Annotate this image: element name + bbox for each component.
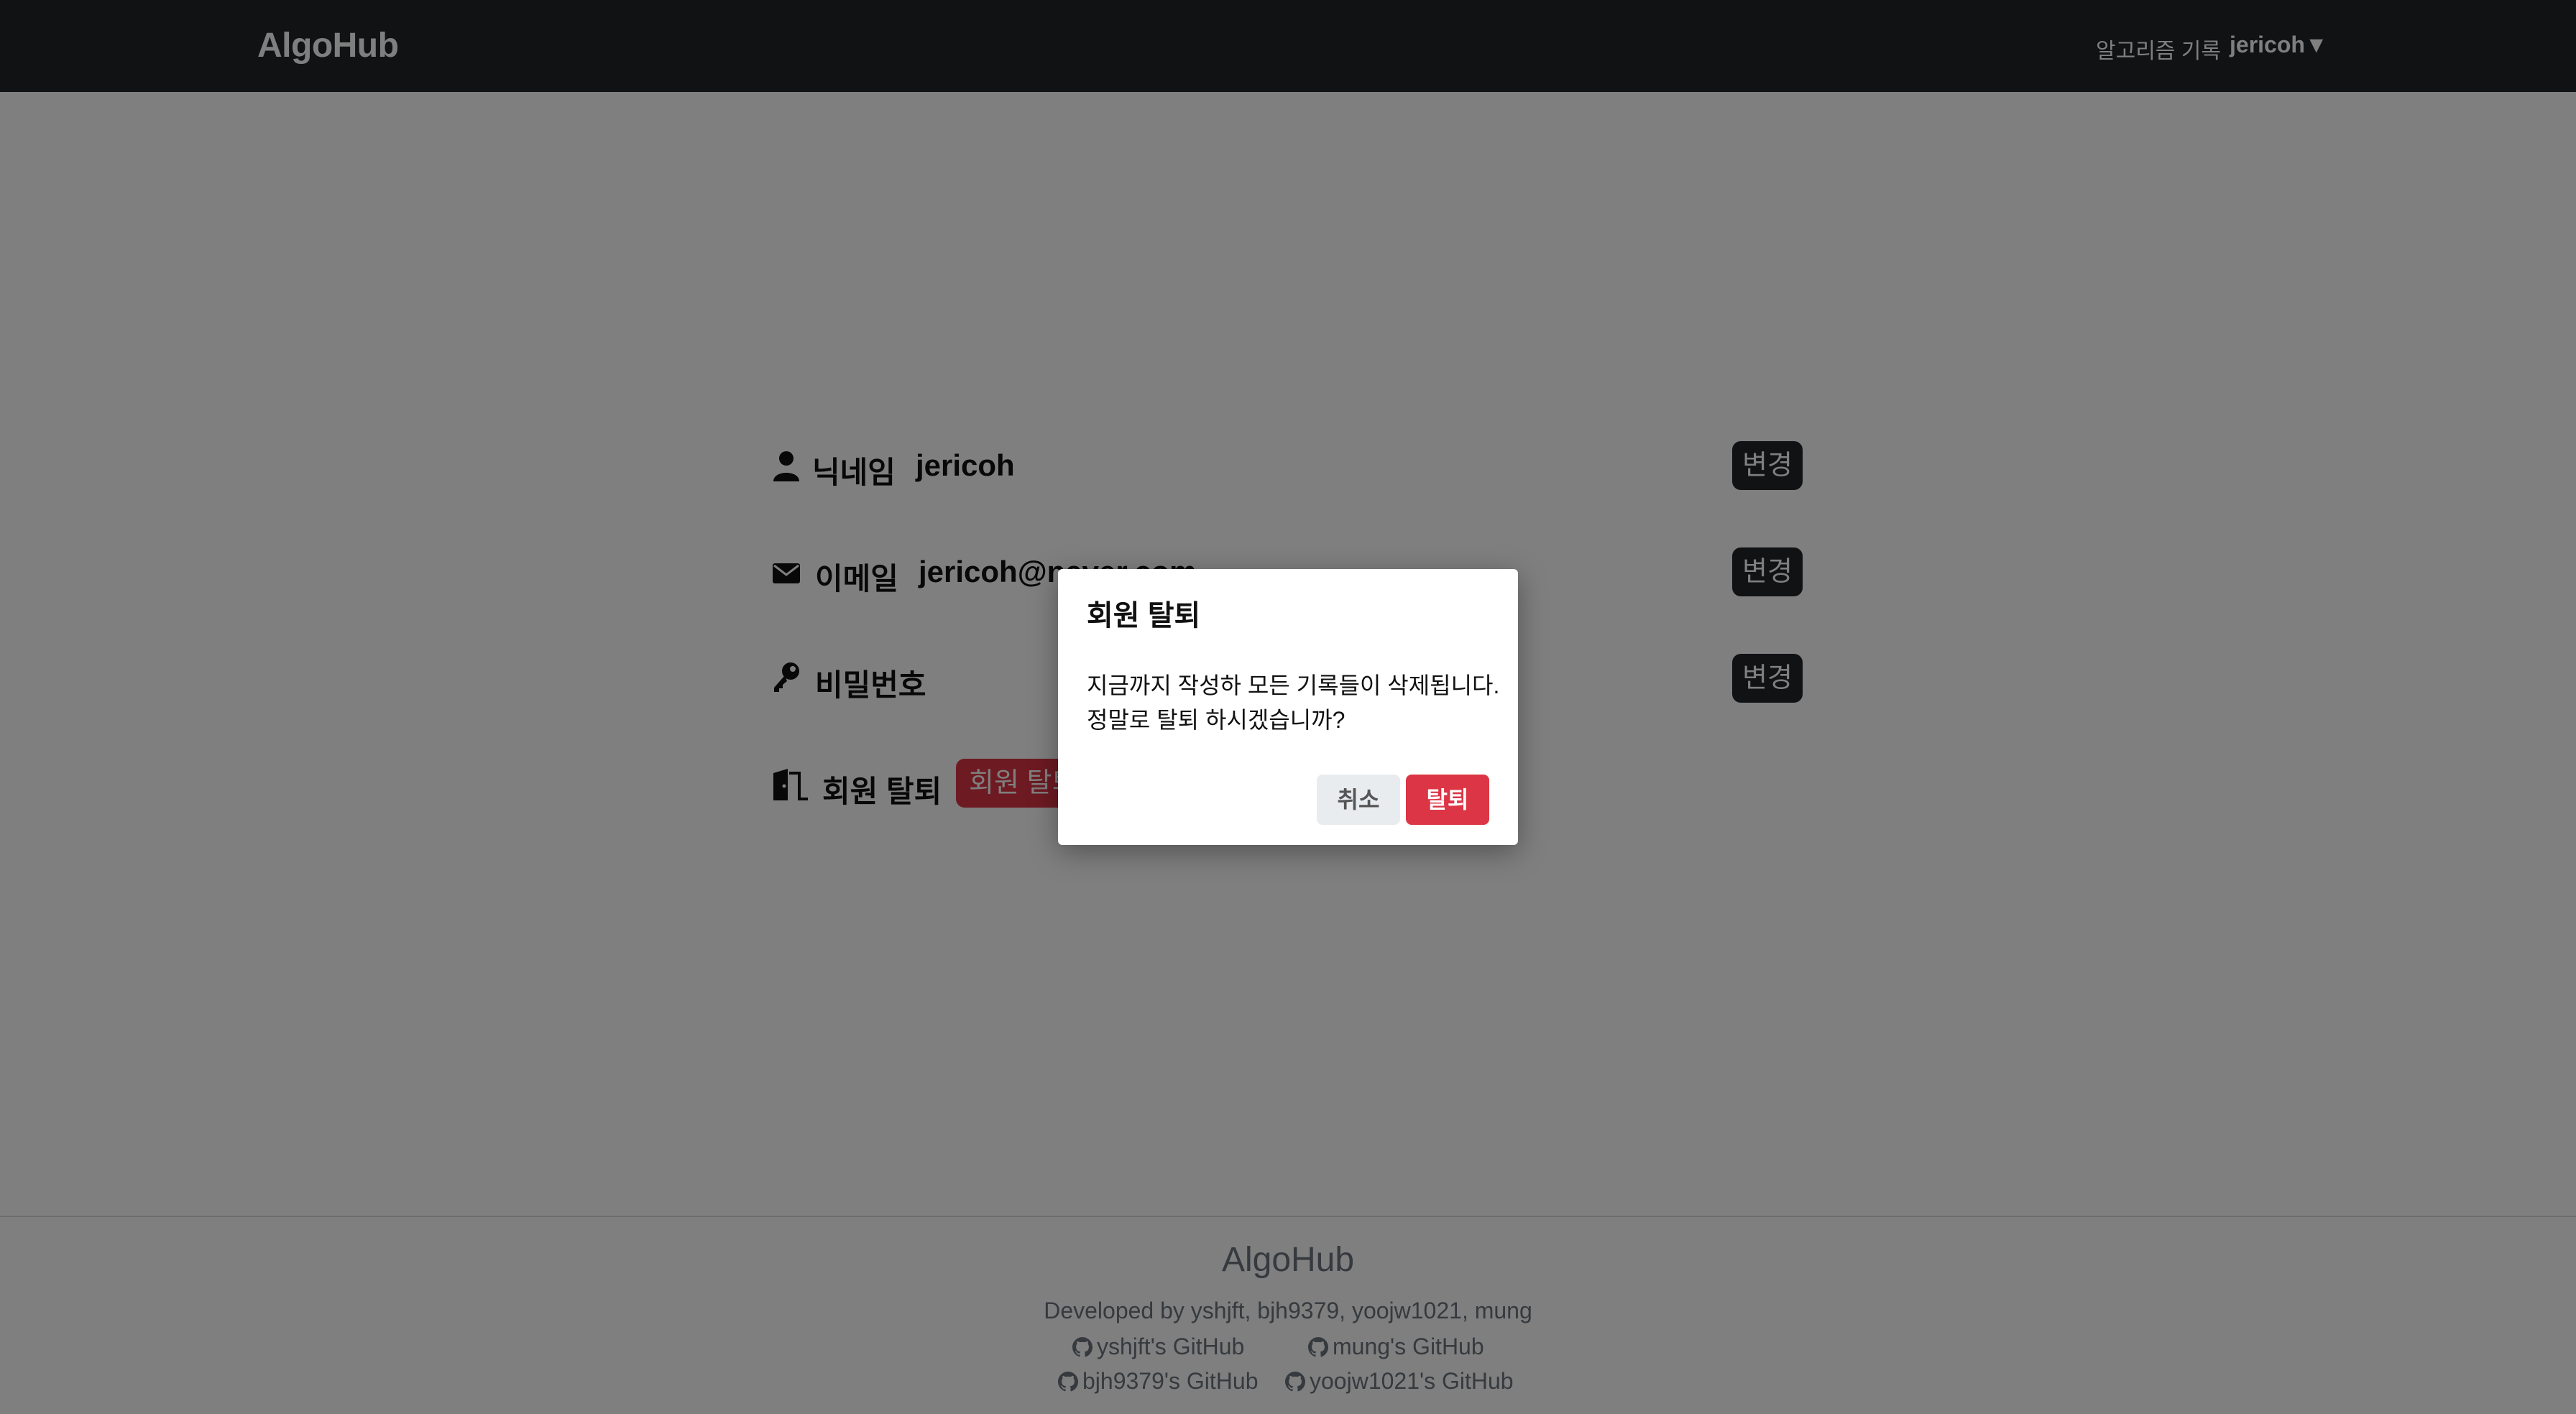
dialog-title: 회원 탈퇴	[1087, 600, 1201, 632]
dialog-message-line-1: 지금까지 작성하 모든 기록들이 삭제됩니다.	[1087, 673, 1500, 698]
dialog-message-line-2: 정말로 탈퇴 하시겠습니까?	[1087, 707, 1346, 733]
confirm-withdraw-button[interactable]: 탈퇴	[1406, 775, 1489, 825]
withdraw-confirm-dialog: 회원 탈퇴 지금까지 작성하 모든 기록들이 삭제됩니다. 정말로 탈퇴 하시겠…	[1058, 569, 1518, 845]
dialog-message: 지금까지 작성하 모든 기록들이 삭제됩니다. 정말로 탈퇴 하시겠습니까?	[1087, 668, 1504, 737]
cancel-button[interactable]: 취소	[1317, 775, 1400, 825]
